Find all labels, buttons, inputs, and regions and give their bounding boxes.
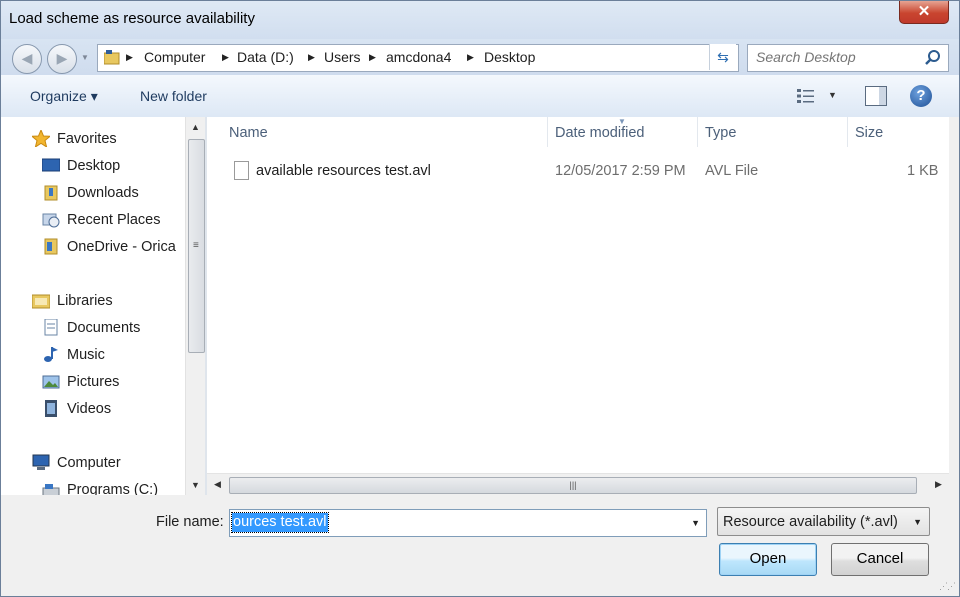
column-header-size[interactable]: Size bbox=[855, 125, 883, 141]
file-icon bbox=[234, 161, 249, 180]
scroll-down-icon[interactable]: ▼ bbox=[191, 480, 200, 490]
breadcrumb-desktop[interactable]: Desktop bbox=[484, 49, 535, 65]
open-button[interactable]: Open bbox=[719, 543, 817, 576]
scrollbar-thumb[interactable]: ||| bbox=[229, 477, 917, 494]
nav-computer[interactable]: Computer bbox=[1, 451, 185, 475]
view-options-chevron-icon[interactable]: ▼ bbox=[828, 90, 837, 100]
navigation-pane: Favorites Desktop Downloads Recent Place… bbox=[1, 117, 185, 495]
drive-icon bbox=[42, 484, 60, 495]
downloads-folder-icon bbox=[44, 185, 58, 201]
command-bar: Organize ▾ New folder ▼ ? bbox=[1, 75, 959, 118]
breadcrumb-amcdona4[interactable]: amcdona4 bbox=[386, 49, 451, 65]
preview-pane-icon[interactable] bbox=[865, 86, 887, 106]
search-input[interactable] bbox=[748, 45, 928, 69]
nav-item-desktop[interactable]: Desktop bbox=[1, 154, 185, 178]
address-row: ◀ ▶ ▼ ▶ Computer ▶ Data (D:) ▶ Users ▶ a… bbox=[1, 39, 959, 75]
nav-label: Libraries bbox=[57, 293, 113, 309]
file-type-chevron-icon[interactable]: ▼ bbox=[913, 517, 922, 527]
nav-item-downloads[interactable]: Downloads bbox=[1, 181, 185, 205]
close-button[interactable]: ✕ bbox=[899, 1, 949, 24]
onedrive-folder-icon bbox=[44, 238, 58, 255]
music-icon bbox=[44, 347, 58, 362]
documents-icon bbox=[44, 319, 58, 336]
nav-label: Recent Places bbox=[67, 212, 161, 228]
nav-label: Favorites bbox=[57, 131, 117, 147]
column-header-date-modified[interactable]: Date modified bbox=[555, 125, 644, 141]
libraries-icon bbox=[32, 294, 50, 309]
desktop-icon bbox=[42, 158, 60, 172]
breadcrumb-separator-icon[interactable]: ▶ bbox=[467, 52, 474, 63]
nav-item-recent-places[interactable]: Recent Places bbox=[1, 208, 185, 232]
nav-label: Music bbox=[67, 347, 105, 363]
change-view-icon[interactable] bbox=[796, 87, 816, 105]
file-type-value: Resource availability (*.avl) bbox=[723, 514, 898, 530]
help-icon[interactable]: ? bbox=[910, 85, 932, 107]
breadcrumb-separator-icon[interactable]: ▶ bbox=[126, 52, 133, 63]
new-folder-button[interactable]: New folder bbox=[140, 88, 207, 104]
back-button[interactable]: ◀ bbox=[12, 44, 42, 74]
nav-label: Desktop bbox=[67, 158, 121, 174]
nav-item-programs-drive[interactable]: Programs (C:) bbox=[1, 478, 185, 495]
star-icon bbox=[32, 130, 50, 147]
breadcrumb-separator-icon[interactable]: ▶ bbox=[308, 52, 315, 63]
file-type-select[interactable]: Resource availability (*.avl) ▼ bbox=[717, 507, 930, 536]
recent-locations-chevron-icon[interactable]: ▼ bbox=[81, 53, 89, 62]
nav-label: Programs (C:) bbox=[67, 482, 159, 495]
dialog-footer: File name: ources test.avl ▼ Resource av… bbox=[1, 495, 959, 596]
file-list: ▼ Name Date modified Type Size available… bbox=[207, 117, 949, 473]
videos-icon bbox=[45, 400, 57, 417]
cancel-button[interactable]: Cancel bbox=[831, 543, 929, 576]
refresh-icon[interactable]: ⇆ bbox=[709, 44, 736, 70]
nav-label: Downloads bbox=[67, 185, 139, 201]
file-date-modified: 12/05/2017 2:59 PM bbox=[555, 163, 686, 179]
file-name-label: File name: bbox=[156, 514, 224, 530]
file-size: 1 KB bbox=[907, 163, 939, 179]
nav-item-videos[interactable]: Videos bbox=[1, 397, 185, 421]
nav-label: Pictures bbox=[67, 374, 120, 390]
scroll-left-icon[interactable]: ◀ bbox=[214, 479, 221, 490]
folder-location-icon bbox=[104, 50, 120, 65]
file-name-history-chevron-icon[interactable]: ▼ bbox=[691, 518, 700, 528]
nav-label: Computer bbox=[57, 455, 121, 471]
scrollbar-thumb[interactable]: ≡ bbox=[188, 139, 205, 353]
nav-libraries[interactable]: Libraries bbox=[1, 289, 185, 313]
title-bar: Load scheme as resource availability ✕ bbox=[1, 1, 959, 39]
column-header-type[interactable]: Type bbox=[705, 125, 736, 141]
file-name-value[interactable]: ources test.avl bbox=[231, 512, 329, 533]
recent-places-icon bbox=[42, 213, 60, 228]
pictures-icon bbox=[42, 375, 60, 389]
search-icon[interactable] bbox=[924, 49, 942, 67]
nav-label: OneDrive - Orica bbox=[67, 239, 176, 255]
scroll-right-icon[interactable]: ▶ bbox=[935, 479, 942, 490]
nav-item-music[interactable]: Music bbox=[1, 343, 185, 367]
nav-item-documents[interactable]: Documents bbox=[1, 316, 185, 340]
resize-grip-icon[interactable]: ⋰⋰ bbox=[939, 581, 956, 592]
breadcrumb-separator-icon[interactable]: ▶ bbox=[369, 52, 376, 63]
breadcrumb-computer[interactable]: Computer bbox=[144, 49, 205, 65]
address-bar[interactable]: ▶ Computer ▶ Data (D:) ▶ Users ▶ amcdona… bbox=[97, 44, 799, 72]
nav-favorites[interactable]: Favorites bbox=[1, 127, 185, 151]
organize-menu[interactable]: Organize ▾ bbox=[30, 88, 98, 105]
file-type: AVL File bbox=[705, 163, 759, 179]
navigation-pane-scrollbar[interactable]: ▲ ≡ ▼ bbox=[185, 117, 206, 495]
scroll-up-icon[interactable]: ▲ bbox=[191, 122, 200, 132]
file-name: available resources test.avl bbox=[256, 163, 431, 179]
nav-label: Documents bbox=[67, 320, 141, 336]
nav-item-pictures[interactable]: Pictures bbox=[1, 370, 185, 394]
file-row[interactable]: available resources test.avl 12/05/2017 … bbox=[225, 157, 945, 187]
breadcrumb-users[interactable]: Users bbox=[324, 49, 361, 65]
breadcrumb-data-drive[interactable]: Data (D:) bbox=[237, 49, 294, 65]
nav-label: Videos bbox=[67, 401, 112, 417]
file-list-horizontal-scrollbar[interactable]: ◀ ||| ▶ bbox=[207, 473, 949, 496]
file-name-input[interactable]: ources test.avl ▼ bbox=[229, 509, 707, 537]
breadcrumb-separator-icon[interactable]: ▶ bbox=[222, 52, 229, 63]
column-header-name[interactable]: Name bbox=[229, 125, 268, 141]
forward-button[interactable]: ▶ bbox=[47, 44, 77, 74]
computer-icon bbox=[32, 454, 50, 470]
window-title: Load scheme as resource availability bbox=[9, 10, 255, 27]
nav-item-onedrive[interactable]: OneDrive - Orica bbox=[1, 235, 185, 259]
open-file-dialog: Load scheme as resource availability ✕ ◀… bbox=[0, 0, 960, 597]
search-box[interactable] bbox=[747, 44, 949, 72]
